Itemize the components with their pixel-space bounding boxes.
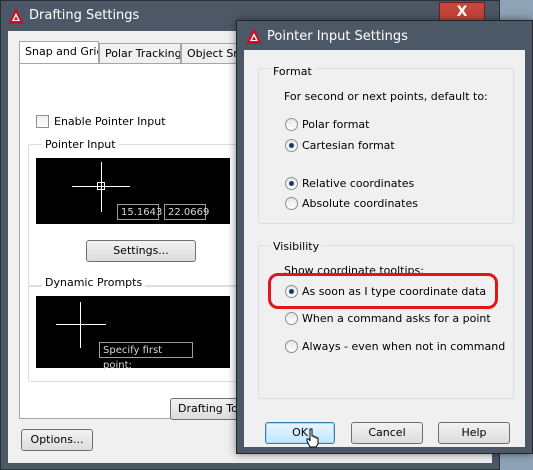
help-button[interactable]: Help [438,422,510,444]
pickbox [97,182,105,190]
when-command-asks-radio[interactable] [285,312,298,325]
enable-pointer-input-checkbox[interactable] [36,115,49,128]
cartesian-format-radio[interactable] [285,139,298,152]
outer-title: Drafting Settings [29,8,140,23]
relative-coordinates-label: Relative coordinates [302,177,415,190]
prompt-tooltip: Specify first point: [99,342,193,371]
coord-x-tooltip: 15.1643 [117,204,162,220]
as-soon-as-type-label: As soon as I type coordinate data [302,285,487,298]
crosshair-horizontal [56,324,106,325]
always-label: Always - even when not in command [302,340,506,353]
pointer-input-preview: 15.1643 22.0669 [36,158,230,224]
when-command-asks-label: When a command asks for a point [302,312,491,325]
always-radio[interactable] [285,340,298,353]
cartesian-format-label: Cartesian format [302,139,395,152]
tab-polar-tracking[interactable]: Polar Tracking [99,43,181,64]
autocad-logo-icon [246,28,262,44]
pointer-settings-button[interactable]: Settings... [86,240,196,262]
coord-y-tooltip: 22.0669 [164,204,209,220]
absolute-coordinates-radio[interactable] [285,197,298,210]
dialog-titlebar[interactable]: Pointer Input Settings [237,21,532,51]
hand-cursor-icon [306,428,319,448]
pointer-input-group-label: Pointer Input [42,138,119,151]
tab-snap-and-grid[interactable]: Snap and Grid [19,41,99,64]
autocad-logo-icon [8,8,24,24]
close-icon: X [456,4,468,20]
visibility-group-label: Visibility [270,240,323,253]
crosshair-vertical [80,302,81,348]
format-group-label: Format [270,65,315,78]
pointer-input-settings-dialog: Pointer Input Settings Format For second… [236,20,533,454]
outer-close-button[interactable]: X [439,2,485,22]
dynamic-prompts-group-label: Dynamic Prompts [42,276,146,289]
absolute-coordinates-label: Absolute coordinates [302,197,418,210]
dialog-title: Pointer Input Settings [267,29,408,44]
tab-panel: Enable Pointer Input Pointer Input 15.16… [19,63,260,420]
polar-format-radio[interactable] [285,118,298,131]
cancel-button[interactable]: Cancel [351,422,423,444]
enable-pointer-input-label: Enable Pointer Input [54,115,166,128]
dynamic-prompts-preview: Specify first point: [36,296,230,371]
relative-coordinates-radio[interactable] [285,177,298,190]
options-button[interactable]: Options... [21,429,93,451]
polar-format-label: Polar format [302,118,370,131]
ok-button[interactable]: OK [265,422,335,444]
tab-object-snap[interactable]: Object Snap [181,43,241,64]
format-description: For second or next points, default to: [284,90,488,103]
as-soon-as-type-radio[interactable] [285,285,298,298]
dialog-client-area: Format For second or next points, defaul… [244,50,525,448]
